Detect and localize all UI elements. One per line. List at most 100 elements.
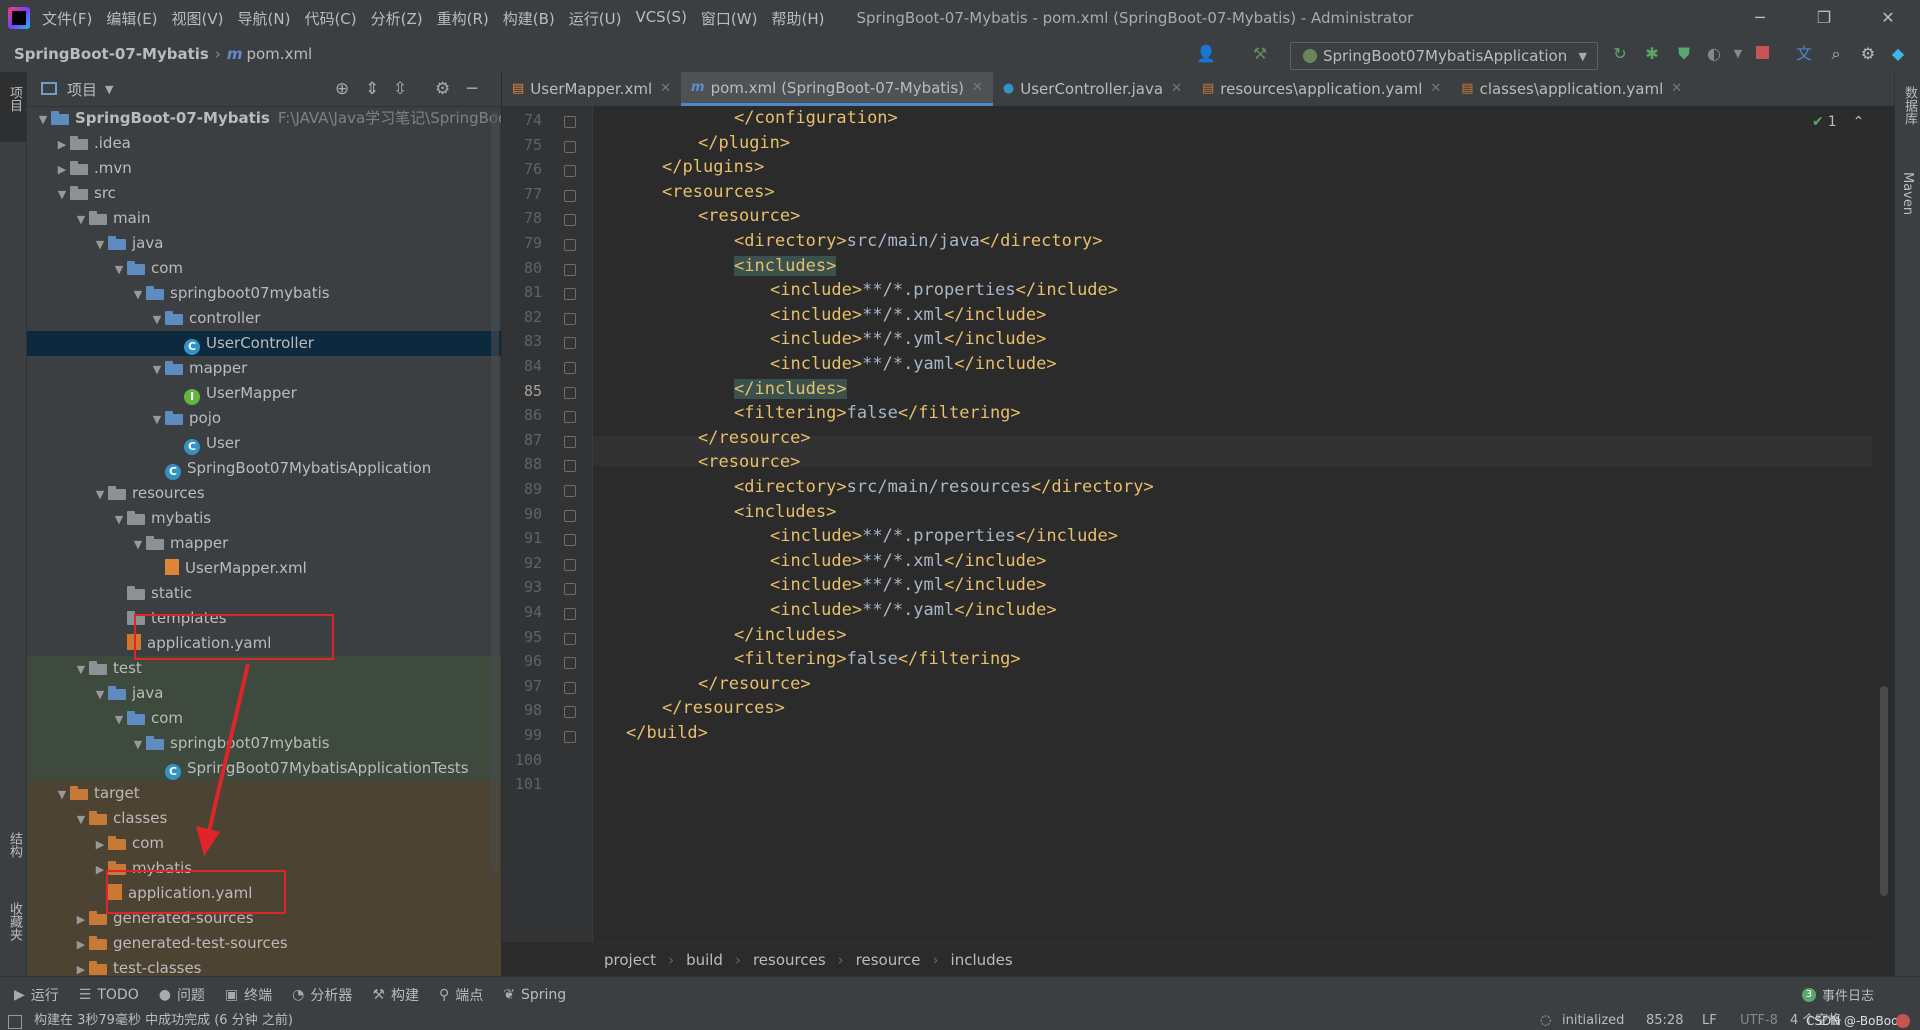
fold-marker-icon[interactable] [564, 485, 576, 497]
bottom-tool-button[interactable]: ⚲ 端点 [439, 985, 483, 1005]
fold-marker-icon[interactable] [564, 239, 576, 251]
event-log-button[interactable]: 3 事件日志 [1801, 985, 1874, 1004]
chevron-right-icon[interactable]: ▶ [73, 932, 89, 957]
fold-marker-icon[interactable] [564, 386, 576, 399]
fold-marker-icon[interactable] [564, 681, 576, 694]
fold-marker-icon[interactable] [564, 460, 576, 473]
chevron-down-icon[interactable]: ▼ [111, 707, 127, 732]
editor-tab[interactable]: m pom.xml (SpringBoot-07-Mybatis) ✕ [681, 72, 993, 106]
gear-icon[interactable]: ⚙ [435, 79, 450, 99]
chevron-down-icon[interactable]: ▼ [105, 83, 113, 96]
chevron-down-icon[interactable]: ▼ [92, 232, 108, 257]
fold-marker-icon[interactable] [564, 165, 576, 178]
tree-node[interactable]: ▶ .idea [27, 131, 501, 156]
chevron-down-icon[interactable]: ▼ [73, 207, 89, 232]
chevron-down-icon[interactable]: ▼ [73, 657, 89, 682]
editor-tab[interactable]: ▤ classes\application.yaml ✕ [1451, 72, 1692, 106]
tree-node[interactable]: C SpringBoot07MybatisApplicationTests [27, 756, 501, 781]
caret-position[interactable]: 85:28 [1646, 1012, 1683, 1030]
close-tab-icon[interactable]: ✕ [1671, 72, 1682, 106]
fold-marker-icon[interactable] [564, 362, 576, 374]
tree-node[interactable]: ▼ java [27, 681, 501, 706]
tree-node[interactable]: ▼ resources [27, 481, 501, 506]
fold-marker-icon[interactable] [564, 534, 576, 547]
chevron-down-icon[interactable]: ▼ [54, 182, 70, 207]
fold-marker-icon[interactable] [564, 411, 576, 424]
fold-marker-icon[interactable] [564, 312, 576, 325]
breadcrumb-item[interactable]: resources [753, 951, 826, 969]
menu-item[interactable]: 重构(R) [437, 8, 489, 29]
debug-icon[interactable]: ✱ [1642, 44, 1662, 64]
tree-node[interactable]: I UserMapper [27, 381, 501, 406]
chevron-right-icon[interactable]: ▶ [73, 957, 89, 976]
menu-item[interactable]: 代码(C) [304, 8, 356, 29]
menu-item[interactable]: 导航(N) [238, 8, 291, 29]
tree-node[interactable]: ▼ pojo [27, 406, 501, 431]
rerun-icon[interactable]: ↻ [1610, 44, 1630, 64]
toggle-tool-windows-icon[interactable] [8, 1015, 22, 1029]
bottom-tool-button[interactable]: ● 问题 [159, 985, 205, 1005]
run-config-select[interactable]: SpringBoot07MybatisApplication ▼ [1290, 42, 1598, 70]
chevron-down-icon[interactable]: ▼ [111, 257, 127, 282]
coverage-icon[interactable]: ⛊ [1674, 44, 1694, 64]
breadcrumb-item[interactable]: project [604, 951, 656, 969]
tree-node[interactable]: ▼ SpringBoot-07-Mybatis F:\JAVA\Java学习笔记\S… [27, 106, 501, 131]
profile-icon[interactable]: ◐ [1704, 44, 1724, 64]
nav-file[interactable]: pom.xml [246, 45, 312, 63]
bottom-tool-button[interactable]: ☰ TODO [79, 985, 139, 1005]
close-icon[interactable]: ✕ [1856, 0, 1920, 36]
chevron-right-icon[interactable]: ▶ [54, 132, 70, 157]
tree-node[interactable]: ▼ mapper [27, 531, 501, 556]
project-tool-tab[interactable]: 项目 [0, 72, 26, 142]
close-tab-icon[interactable]: ✕ [660, 72, 671, 106]
bottom-tool-button[interactable]: ⚒ 构建 [372, 985, 419, 1005]
chevron-down-icon[interactable]: ▼ [130, 282, 146, 307]
tree-node[interactable]: ▼ java [27, 231, 501, 256]
fold-marker-icon[interactable] [564, 189, 576, 202]
tree-node[interactable]: ▼ mapper [27, 356, 501, 381]
close-tab-icon[interactable]: ✕ [1430, 72, 1441, 106]
close-tab-icon[interactable]: ✕ [972, 71, 983, 105]
build-hammer-icon[interactable]: ⚒ [1250, 44, 1270, 64]
tree-node[interactable]: UserMapper.xml [27, 556, 501, 581]
tree-node[interactable]: ▼ springboot07mybatis [27, 281, 501, 306]
tree-node[interactable]: ▶ .mvn [27, 156, 501, 181]
chevron-right-icon[interactable]: ▶ [73, 907, 89, 932]
menu-item[interactable]: 运行(U) [569, 8, 622, 29]
expand-all-icon[interactable]: ⇕ [365, 79, 379, 99]
chevron-down-icon[interactable]: ▼ [92, 682, 108, 707]
tree-node[interactable]: ▼ main [27, 206, 501, 231]
project-panel-title[interactable]: 项目 [67, 79, 97, 100]
fold-marker-icon[interactable] [564, 583, 576, 596]
fold-marker-icon[interactable] [564, 731, 576, 743]
menu-item[interactable]: 分析(Z) [371, 8, 423, 29]
breadcrumb-item[interactable]: resource [856, 951, 921, 969]
file-encoding[interactable]: UTF-8 [1740, 1012, 1778, 1030]
chevron-down-icon[interactable]: ▼ [35, 107, 51, 132]
stop-icon[interactable] [1752, 44, 1772, 64]
restore-icon[interactable]: ❐ [1792, 0, 1856, 36]
fold-marker-icon[interactable] [564, 116, 576, 128]
chevron-up-icon[interactable]: ⌃ [1853, 114, 1865, 130]
search-icon[interactable]: ⌕ [1826, 44, 1846, 64]
settings-gear-icon[interactable]: ⚙ [1858, 44, 1878, 64]
bottom-tool-button[interactable]: ▶ 运行 [14, 985, 59, 1005]
fold-marker-icon[interactable] [564, 214, 576, 227]
tree-node[interactable]: ▼ com [27, 256, 501, 281]
chevron-down-icon[interactable]: ▼ [149, 357, 165, 382]
breadcrumb-item[interactable]: includes [951, 951, 1013, 969]
line-separator[interactable]: LF [1702, 1012, 1717, 1030]
chevron-down-icon[interactable]: ▼ [73, 807, 89, 832]
fold-marker-icon[interactable] [564, 140, 576, 153]
fold-marker-icon[interactable] [564, 706, 576, 719]
code-editor[interactable]: </configuration> </plugin> </plugins> <reso… [592, 106, 1872, 942]
menu-item[interactable]: 编辑(E) [106, 8, 157, 29]
tree-node[interactable]: ▼ src [27, 181, 501, 206]
tree-node[interactable]: ▶ generated-test-sources [27, 931, 501, 956]
chevron-down-icon[interactable]: ▼ [130, 532, 146, 557]
fold-marker-icon[interactable] [564, 435, 576, 448]
menu-item[interactable]: 帮助(H) [771, 8, 824, 29]
fold-marker-icon[interactable] [564, 608, 576, 620]
menu-item[interactable]: 窗口(W) [701, 8, 758, 29]
tree-node[interactable]: ▶ com [27, 831, 501, 856]
